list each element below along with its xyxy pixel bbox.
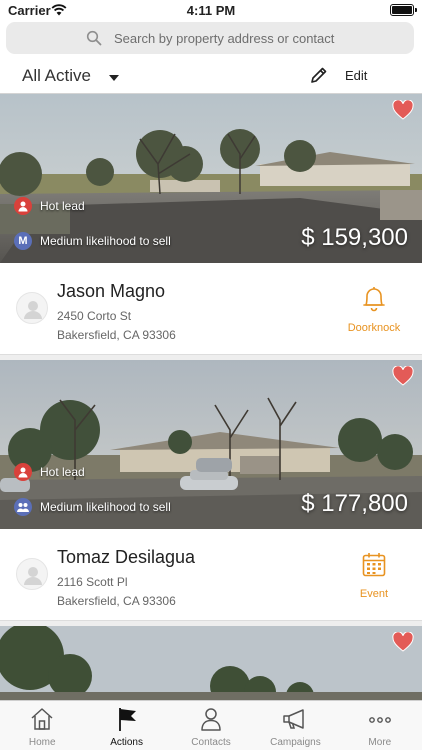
contact-info[interactable]: Jason Magno 2450 Corto St Bakersfield, C… [0, 263, 422, 355]
tab-label: Home [28, 737, 56, 748]
address-line1: 2116 Scott Pl [57, 575, 128, 589]
search-bar-container [0, 20, 422, 60]
contact-name: Jason Magno [57, 281, 166, 301]
megaphone-icon [253, 706, 337, 732]
pencil-icon[interactable] [309, 65, 329, 90]
filter-bar: All Active Edit [0, 60, 422, 94]
tab-campaigns[interactable]: Campaigns [253, 701, 337, 750]
battery-icon [390, 4, 417, 16]
tab-more[interactable]: More [338, 701, 422, 750]
more-icon [338, 706, 422, 732]
likelihood-tag: M Medium likelihood to sell [14, 232, 171, 250]
contact-info[interactable]: Tomaz Desilagua 2116 Scott Pl Bakersfiel… [0, 529, 422, 621]
hot-lead-tag: Hot lead [14, 463, 85, 481]
likelihood-label: Medium likelihood to sell [40, 234, 171, 248]
avatar [16, 292, 48, 324]
address-line2: Bakersfield, CA 93306 [57, 594, 176, 608]
contact-name: Tomaz Desilagua [57, 547, 196, 567]
property-price: $ 177,800 [301, 490, 408, 517]
listing-card[interactable]: Hot lead M Medium likelihood to sell $ 1… [0, 94, 422, 355]
search-bar[interactable] [6, 22, 414, 54]
clock: 4:11 PM [186, 3, 236, 18]
filter-dropdown-label[interactable]: All Active [22, 66, 91, 86]
chevron-down-icon[interactable] [109, 75, 119, 81]
likelihood-tag: Medium likelihood to sell [14, 498, 171, 516]
tab-label: Campaigns [270, 737, 321, 748]
tab-label: Contacts [191, 737, 231, 748]
bell-icon [361, 287, 387, 317]
hot-lead-tag: Hot lead [14, 197, 85, 215]
person-icon [14, 463, 32, 481]
property-photo[interactable] [0, 626, 422, 700]
calendar-icon [361, 553, 387, 583]
property-price: $ 159,300 [301, 224, 408, 251]
hot-lead-label: Hot lead [40, 199, 85, 213]
group-icon [14, 498, 32, 516]
likelihood-badge: M [14, 232, 32, 250]
action-label: Doorknock [347, 322, 401, 334]
edit-button[interactable]: Edit [345, 68, 367, 83]
tab-label: Actions [110, 737, 143, 748]
favorite-heart-icon[interactable] [392, 631, 414, 657]
tab-label: More [368, 737, 392, 748]
status-bar: Carrier 4:11 PM [0, 0, 422, 20]
search-input[interactable] [114, 28, 404, 48]
home-icon [0, 706, 84, 732]
person-icon [169, 706, 253, 732]
tab-contacts[interactable]: Contacts [169, 701, 253, 750]
listing-card[interactable]: Hot lead Medium likelihood to sell $ 177… [0, 360, 422, 621]
address-line1: 2450 Corto St [57, 309, 132, 323]
tab-actions[interactable]: Actions [84, 701, 168, 750]
tab-home[interactable]: Home [0, 701, 84, 750]
search-icon [86, 30, 102, 51]
address-line2: Bakersfield, CA 93306 [57, 328, 176, 342]
hot-lead-label: Hot lead [40, 465, 85, 479]
listing-list: Hot lead M Medium likelihood to sell $ 1… [0, 94, 422, 700]
favorite-heart-icon[interactable] [392, 365, 414, 391]
event-button[interactable]: Event [338, 551, 410, 600]
person-icon [14, 197, 32, 215]
favorite-heart-icon[interactable] [392, 99, 414, 125]
tab-bar: Home Actions Contacts Campaigns More [0, 700, 422, 750]
flag-icon [84, 706, 168, 732]
likelihood-label: Medium likelihood to sell [40, 500, 171, 514]
action-label: Event [359, 588, 389, 600]
doorknock-button[interactable]: Doorknock [338, 285, 410, 334]
avatar [16, 558, 48, 590]
listing-card[interactable] [0, 626, 422, 700]
